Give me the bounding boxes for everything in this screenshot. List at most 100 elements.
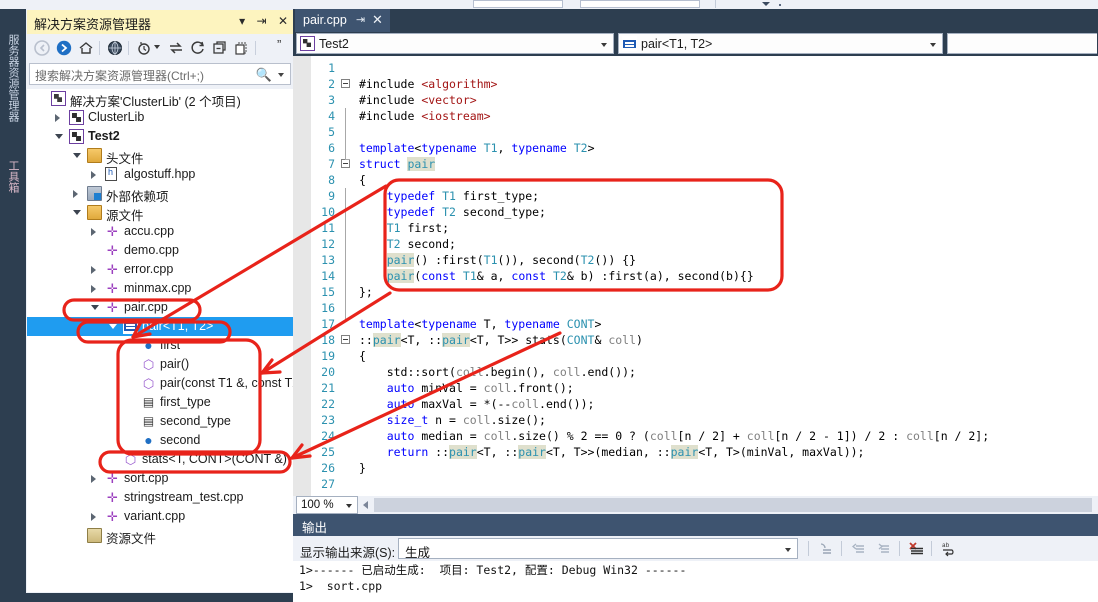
code-line[interactable]: 2 #include <algorithm> <box>293 76 1098 92</box>
pin-icon[interactable]: ⇥ <box>257 14 267 28</box>
code-line[interactable]: 21 auto minVal = coll.front(); <box>293 380 1098 396</box>
code-line[interactable]: 19 { <box>293 348 1098 364</box>
chevron-right-icon[interactable] <box>91 475 96 483</box>
chevron-down-icon[interactable] <box>91 305 99 310</box>
chevron-right-icon[interactable] <box>91 171 96 179</box>
tree-item[interactable]: ✛ sort.cpp <box>27 469 293 488</box>
solution-tree[interactable]: 解决方案'ClusterLib' (2 个项目) ClusterLib Test2 头… <box>27 89 293 592</box>
refresh-icon[interactable] <box>189 39 207 57</box>
toolbar-combo-1[interactable] <box>473 0 563 8</box>
code-line[interactable]: 16 <box>293 300 1098 316</box>
code-line[interactable]: 17 template<typename T, typename CONT> <box>293 316 1098 332</box>
jump-to-message-icon[interactable] <box>817 540 834 557</box>
tree-item[interactable]: ✛ demo.cpp <box>27 241 293 260</box>
clear-all-icon[interactable] <box>908 540 925 557</box>
chevron-right-icon[interactable] <box>55 114 60 122</box>
forward-icon[interactable] <box>55 39 73 57</box>
tree-item[interactable]: Test2 <box>27 127 293 146</box>
close-icon[interactable]: ✕ <box>372 12 383 28</box>
tree-item[interactable]: ✛ stringstream_test.cpp <box>27 488 293 507</box>
fold-toggle-icon[interactable] <box>341 159 350 168</box>
code-line[interactable]: 14 pair(const T1& a, const T2& b) :first… <box>293 268 1098 284</box>
chevron-down-icon[interactable] <box>109 324 117 329</box>
code-lines[interactable]: 1 2 #include <algorithm> 3 #include <vector>… <box>293 56 1098 496</box>
chevron-down-icon[interactable] <box>55 134 63 139</box>
tree-item[interactable]: pair<T1, T2> <box>27 317 293 336</box>
toolbar-combo-2[interactable] <box>580 0 700 8</box>
tree-item[interactable]: ● second <box>27 431 293 450</box>
tree-item[interactable]: ClusterLib <box>27 108 293 127</box>
tree-item[interactable]: ⬡ pair() <box>27 355 293 374</box>
code-line[interactable]: 12 T2 second; <box>293 236 1098 252</box>
code-line[interactable]: 6 template<typename T1, typename T2> <box>293 140 1098 156</box>
output-source-combo[interactable]: 生成 <box>398 538 798 560</box>
code-line[interactable]: 27 <box>293 476 1098 492</box>
tree-item[interactable]: ⬡ stats<T, CONT>(CONT &) <box>27 450 293 469</box>
search-icon[interactable]: 🔍 <box>256 67 272 83</box>
editor-horizontal-scrollbar[interactable]: 100 % <box>293 496 1098 514</box>
overflow-dot-icon[interactable] <box>779 4 781 6</box>
chevron-down-icon[interactable] <box>930 43 936 47</box>
next-message-icon[interactable] <box>875 540 892 557</box>
close-icon[interactable]: ✕ <box>278 14 288 28</box>
toggle-word-wrap-icon[interactable]: ab <box>940 540 957 557</box>
zoom-level-selector[interactable]: 100 % <box>296 496 358 514</box>
navbar-member-combo[interactable] <box>947 33 1097 54</box>
tree-item[interactable]: 资源文件 <box>27 526 293 546</box>
chevron-down-icon[interactable] <box>73 210 81 215</box>
code-editor[interactable]: 1 2 #include <algorithm> 3 #include <vector>… <box>293 56 1098 496</box>
tree-item[interactable]: ⬡ pair(const T1 &, const T2 <box>27 374 293 393</box>
chevron-down-icon[interactable] <box>73 153 81 158</box>
prev-message-icon[interactable] <box>850 540 867 557</box>
code-line[interactable]: 18::pair<T, ::pair<T, T>> stats(CONT& co… <box>293 332 1098 348</box>
tree-item[interactable]: 外部依赖项 <box>27 184 293 204</box>
sidebar-item-toolbox[interactable]: 工具箱 <box>3 145 22 207</box>
chevron-down-icon[interactable]: ▾ <box>239 14 245 28</box>
properties-icon[interactable] <box>233 39 251 57</box>
overflow-icon[interactable]: ” <box>277 37 281 52</box>
back-icon[interactable] <box>33 39 51 57</box>
tree-item[interactable]: ✛ error.cpp <box>27 260 293 279</box>
code-line[interactable]: 15}; <box>293 284 1098 300</box>
output-text[interactable]: 1>------ 已启动生成: 项目: Test2, 配置: Debug Win… <box>293 561 1098 602</box>
collapse-all-icon[interactable] <box>211 39 229 57</box>
code-line[interactable]: 4 #include <iostream> <box>293 108 1098 124</box>
chevron-down-icon[interactable] <box>601 43 607 47</box>
tree-item[interactable]: ● first <box>27 336 293 355</box>
code-line[interactable]: 26} <box>293 460 1098 476</box>
chevron-right-icon[interactable] <box>91 266 96 274</box>
scroll-left-arrow-icon[interactable] <box>360 497 372 513</box>
pending-changes-icon[interactable] <box>135 39 153 57</box>
fold-toggle-icon[interactable] <box>341 79 350 88</box>
code-line[interactable]: 8{ <box>293 172 1098 188</box>
tree-item[interactable]: 解决方案'ClusterLib' (2 个项目) <box>27 89 293 109</box>
sidebar-item-server-explorer[interactable]: 服务器资源管理器 <box>3 19 22 137</box>
tab-pair-cpp[interactable]: pair.cpp ⇥ ✕ <box>295 9 390 32</box>
tree-item[interactable]: 头文件 <box>27 146 293 166</box>
chevron-down-icon[interactable] <box>762 2 770 6</box>
chevron-right-icon[interactable] <box>91 285 96 293</box>
fold-toggle-icon[interactable] <box>341 335 350 344</box>
chevron-right-icon[interactable] <box>91 228 96 236</box>
sync-icon[interactable] <box>167 39 185 57</box>
globe-icon[interactable] <box>106 39 124 57</box>
tree-item[interactable]: ▤ first_type <box>27 393 293 412</box>
code-line[interactable]: 20 std::sort(coll.begin(), coll.end()); <box>293 364 1098 380</box>
tree-item[interactable]: ✛ variant.cpp <box>27 507 293 526</box>
code-line[interactable]: 24 auto median = coll.size() % 2 == 0 ? … <box>293 428 1098 444</box>
chevron-down-icon[interactable] <box>154 45 160 49</box>
scrollbar-thumb[interactable] <box>374 498 1092 512</box>
home-icon[interactable] <box>77 39 95 57</box>
code-line[interactable]: 3 #include <vector> <box>293 92 1098 108</box>
chevron-right-icon[interactable] <box>91 513 96 521</box>
code-line[interactable]: 10 typedef T2 second_type; <box>293 204 1098 220</box>
code-line[interactable]: 5 <box>293 124 1098 140</box>
navbar-type-combo[interactable]: pair<T1, T2> <box>618 33 943 54</box>
code-line[interactable]: 11 T1 first; <box>293 220 1098 236</box>
code-line[interactable]: 9 typedef T1 first_type; <box>293 188 1098 204</box>
chevron-down-icon[interactable] <box>785 548 791 552</box>
tree-item[interactable]: ✛ accu.cpp <box>27 222 293 241</box>
navbar-project-combo[interactable]: Test2 <box>296 33 614 54</box>
code-line[interactable]: 7 struct pair <box>293 156 1098 172</box>
code-line[interactable]: 13 pair() :first(T1()), second(T2()) {} <box>293 252 1098 268</box>
